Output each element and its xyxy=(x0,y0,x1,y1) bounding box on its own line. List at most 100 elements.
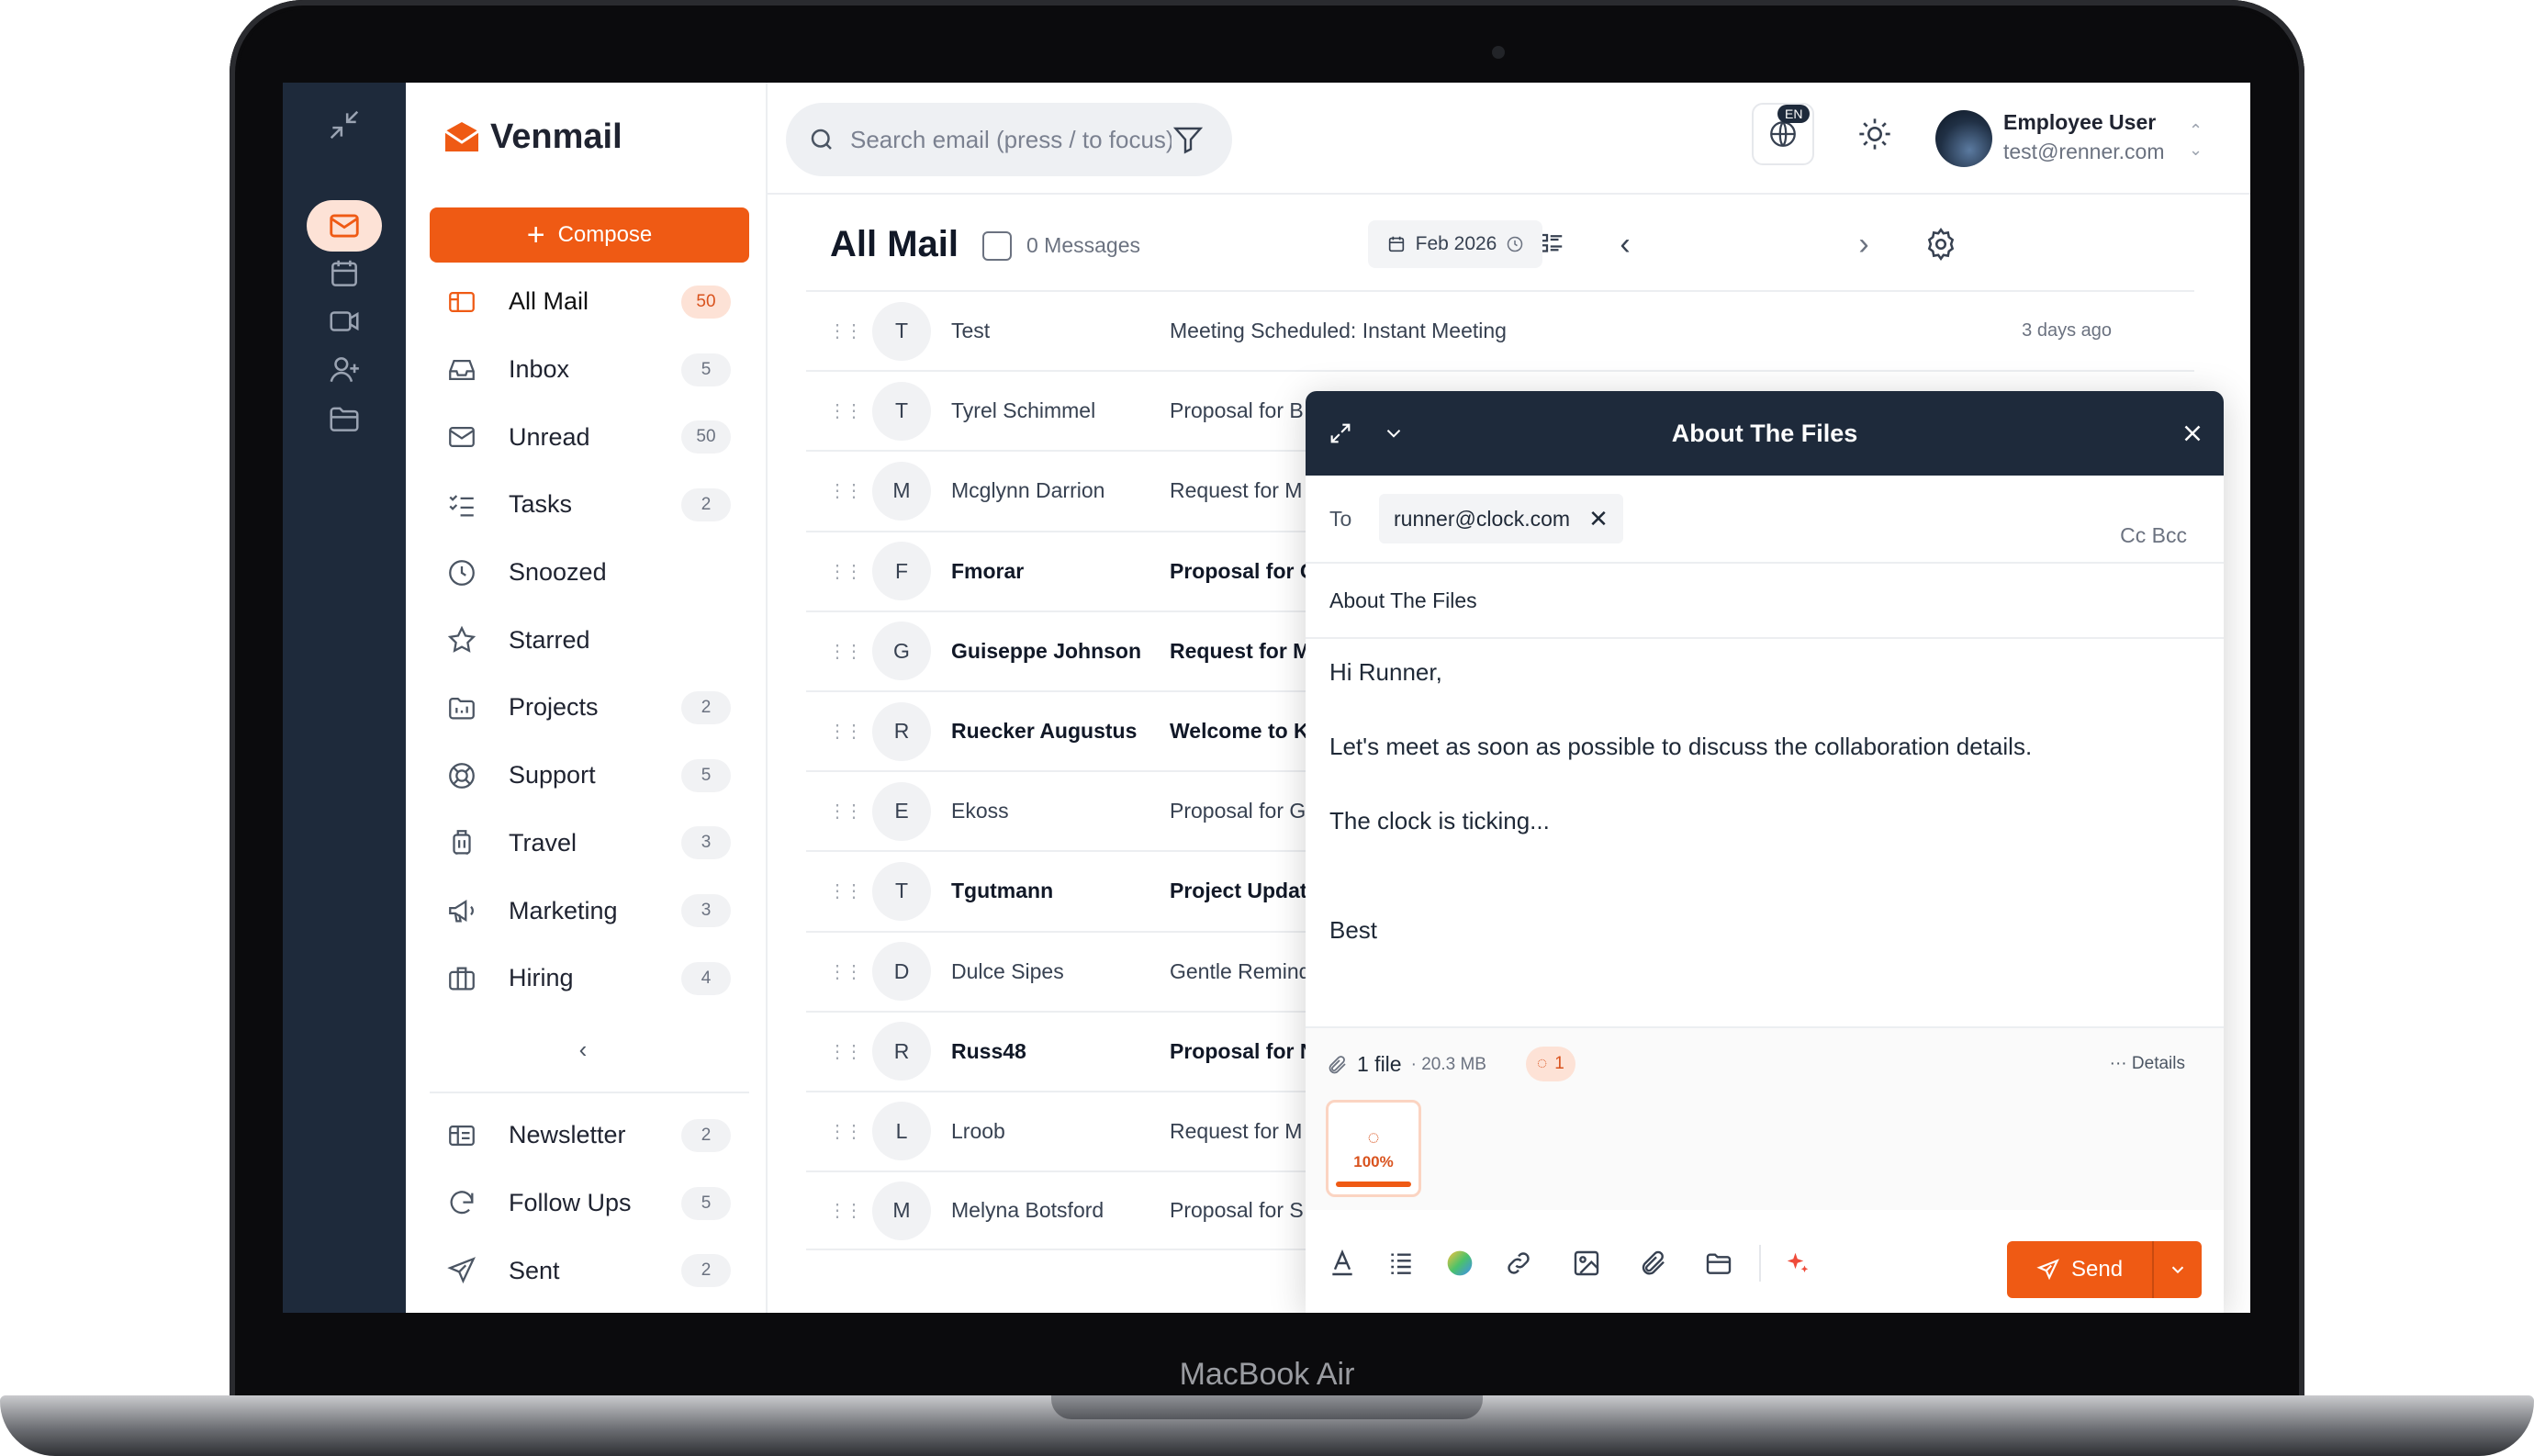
app-logo[interactable]: Venmail xyxy=(443,118,622,157)
collapse-sidebar-button[interactable]: ‹ xyxy=(567,1034,599,1065)
mail-sender: Ruecker Augustus xyxy=(951,719,1138,744)
sidebar-item-all-mail[interactable]: All Mail 50 xyxy=(406,268,768,336)
mail-sender: Tyrel Schimmel xyxy=(951,398,1096,423)
search-icon xyxy=(811,129,832,150)
app-screen: Venmail + Compose All Mail 50 Inbox 5 Un… xyxy=(283,83,2250,1313)
sidebar-item-unread[interactable]: Unread 50 xyxy=(406,403,768,471)
mail-sender: Lroob xyxy=(951,1118,1005,1143)
expand-icon[interactable] xyxy=(1326,419,1355,448)
sidebar-item-sent[interactable]: Sent 2 xyxy=(406,1237,768,1305)
subject-field[interactable]: About The Files xyxy=(1306,564,2224,639)
drag-handle-icon[interactable]: ⋮⋮ xyxy=(828,960,863,983)
sidebar-item-marketing[interactable]: Marketing 3 xyxy=(406,877,768,945)
theme-toggle[interactable] xyxy=(1855,114,1895,154)
drag-handle-icon[interactable]: ⋮⋮ xyxy=(828,640,863,663)
mail-sender: Russ48 xyxy=(951,1038,1026,1063)
sidebar-item-support[interactable]: Support 5 xyxy=(406,742,768,810)
compose-title: About The Files xyxy=(1671,419,1858,447)
text-format-icon[interactable] xyxy=(1326,1247,1359,1280)
color-picker-icon[interactable] xyxy=(1443,1247,1476,1280)
folder-icon[interactable] xyxy=(1702,1247,1735,1280)
drag-handle-icon[interactable]: ⋮⋮ xyxy=(828,1199,863,1222)
minimize-icon[interactable] xyxy=(307,99,382,151)
image-icon[interactable] xyxy=(1570,1247,1603,1280)
details-button[interactable]: ··· Details xyxy=(2110,1054,2185,1074)
drag-handle-icon[interactable]: ⋮⋮ xyxy=(828,319,863,342)
sidebar-item-travel[interactable]: Travel 3 xyxy=(406,810,768,878)
drag-handle-icon[interactable]: ⋮⋮ xyxy=(828,479,863,502)
send-button[interactable]: Send xyxy=(2007,1241,2202,1298)
mail-sender: Dulce Sipes xyxy=(951,958,1064,983)
user-avatar[interactable] xyxy=(1935,110,1992,167)
ai-sparkle-icon[interactable] xyxy=(1781,1247,1814,1280)
attachment-summary: 1 file · 20.3 MB xyxy=(1326,1052,1486,1077)
previous-month-button[interactable]: ‹ xyxy=(1607,226,1643,263)
paperclip-icon[interactable] xyxy=(1636,1247,1669,1280)
camera xyxy=(1492,46,1505,59)
link-icon[interactable] xyxy=(1502,1247,1535,1280)
select-all-checkbox[interactable] xyxy=(982,231,1012,261)
drag-handle-icon[interactable]: ⋮⋮ xyxy=(828,1040,863,1063)
count-badge: 50 xyxy=(681,285,731,319)
count-badge: 3 xyxy=(681,894,731,928)
user-email: test@renner.com xyxy=(2003,140,2165,163)
calendar-app-icon[interactable] xyxy=(307,248,382,299)
mail-subject: Meeting Scheduled: Instant Meeting xyxy=(1170,319,1507,343)
message-count: 0 Messages xyxy=(1026,233,1141,257)
search-bar[interactable] xyxy=(786,103,1232,176)
sidebar-item-label: Marketing xyxy=(509,896,618,924)
date-filter[interactable]: Feb 2026 xyxy=(1368,220,1542,268)
sun-icon xyxy=(1859,118,1890,150)
drag-handle-icon[interactable]: ⋮⋮ xyxy=(828,399,863,422)
send-label: Send xyxy=(2071,1257,2124,1282)
sidebar-item-snoozed[interactable]: Snoozed xyxy=(406,539,768,607)
mail-sender: Test xyxy=(951,319,991,343)
send-main[interactable]: Send xyxy=(2007,1257,2152,1282)
recipient-chip[interactable]: runner@clock.com ✕ xyxy=(1379,494,1623,543)
drag-handle-icon[interactable]: ⋮⋮ xyxy=(828,800,863,823)
search-input[interactable] xyxy=(850,125,1172,154)
uploading-badge: ◌ 1 xyxy=(1526,1047,1575,1081)
settings-button[interactable] xyxy=(1923,226,1959,263)
send-options-button[interactable] xyxy=(2154,1260,2202,1280)
sidebar-item-hiring[interactable]: Hiring 4 xyxy=(406,945,768,1013)
filter-icon[interactable] xyxy=(1172,123,1205,156)
plus-icon: + xyxy=(526,218,545,252)
files-app-icon[interactable] xyxy=(307,393,382,444)
list-icon[interactable] xyxy=(1385,1247,1418,1280)
chevron-updown-icon[interactable]: ⌃ ⌄ xyxy=(2189,121,2203,160)
sidebar-item-newsletter[interactable]: Newsletter 2 xyxy=(406,1102,768,1170)
unread-icon xyxy=(449,427,475,448)
drag-handle-icon[interactable]: ⋮⋮ xyxy=(828,1120,863,1143)
sidebar-item-projects[interactable]: Projects 2 xyxy=(406,674,768,742)
sidebar-item-tasks[interactable]: Tasks 2 xyxy=(406,471,768,539)
drag-handle-icon[interactable]: ⋮⋮ xyxy=(828,879,863,902)
drag-handle-icon[interactable]: ⋮⋮ xyxy=(828,720,863,743)
to-label: To xyxy=(1329,507,1352,531)
sidebar-item-follow-ups[interactable]: Follow Ups 5 xyxy=(406,1170,768,1238)
cc-bcc-toggle[interactable]: Cc Bcc xyxy=(2120,523,2187,548)
sidebar-item-label: All Mail xyxy=(509,287,589,316)
next-month-button[interactable]: › xyxy=(1845,226,1882,263)
compose-button[interactable]: + Compose xyxy=(430,207,749,263)
chevron-left-icon: ‹ xyxy=(578,1035,588,1063)
video-app-icon[interactable] xyxy=(307,296,382,347)
sidebar-item-starred[interactable]: Starred xyxy=(406,606,768,674)
mail-row[interactable]: ⋮⋮ T Test Meeting Scheduled: Instant Mee… xyxy=(806,290,2194,370)
mail-app-icon[interactable] xyxy=(307,200,382,252)
body-line: Let's meet as soon as possible to discus… xyxy=(1329,733,2033,760)
body-greeting: Hi Runner, xyxy=(1329,658,1442,686)
sidebar-item-inbox[interactable]: Inbox 5 xyxy=(406,336,768,404)
close-icon[interactable] xyxy=(2178,419,2207,448)
spinner-icon: ◌ xyxy=(1537,1054,1548,1073)
chevron-down-icon[interactable] xyxy=(1379,419,1408,448)
add-contact-icon[interactable] xyxy=(307,344,382,396)
mail-sender: Melyna Botsford xyxy=(951,1198,1104,1223)
count-badge: 3 xyxy=(681,826,731,860)
drag-handle-icon[interactable]: ⋮⋮ xyxy=(828,560,863,583)
attachment-thumbnail[interactable]: ◌ 100% xyxy=(1326,1100,1421,1197)
mail-sender: Guiseppe Johnson xyxy=(951,638,1142,663)
remove-recipient-icon[interactable]: ✕ xyxy=(1588,505,1609,533)
message-body[interactable]: Hi Runner, Let's meet as soon as possibl… xyxy=(1306,639,2224,1001)
user-name[interactable]: Employee User xyxy=(2003,110,2156,135)
